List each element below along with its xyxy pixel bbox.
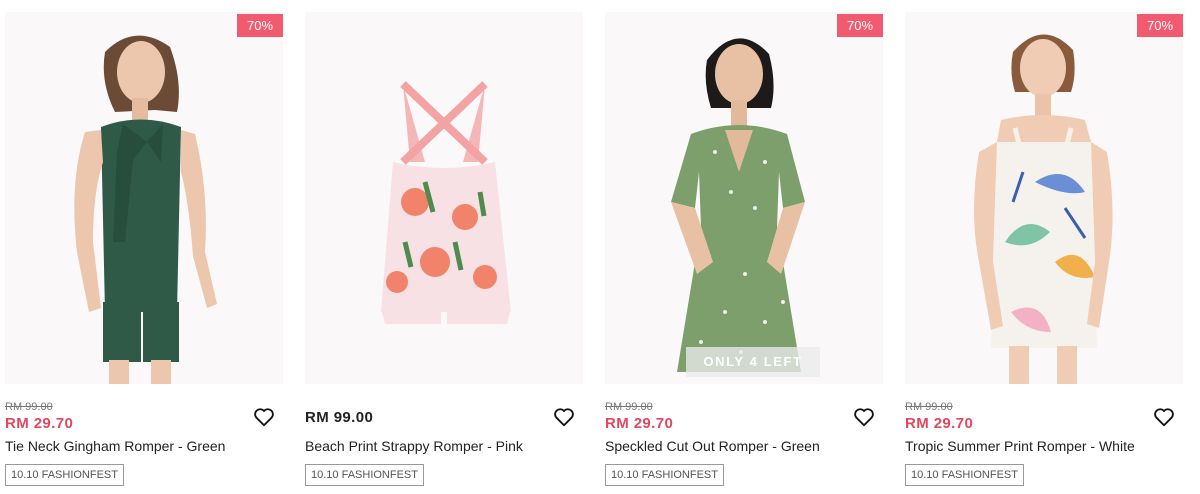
product-image-link[interactable]: [305, 12, 583, 384]
product-name-link[interactable]: Tie Neck Gingham Romper - Green: [5, 437, 283, 455]
promo-tag[interactable]: 10.10 FASHIONFEST: [305, 464, 424, 486]
wishlist-heart-icon[interactable]: [853, 406, 875, 428]
wishlist-heart-icon[interactable]: [553, 406, 575, 428]
promo-tag[interactable]: 10.10 FASHIONFEST: [5, 464, 124, 486]
sale-price: RM 29.70: [905, 415, 974, 432]
sale-price: RM 29.70: [5, 415, 74, 432]
product-photo: [974, 34, 1113, 384]
discount-badge: 70%: [237, 14, 283, 37]
product-image-link[interactable]: 70%: [5, 12, 283, 384]
product-card: RM 99.00 Beach Print Strappy Romper - Pi…: [305, 12, 583, 490]
product-name-link[interactable]: Speckled Cut Out Romper - Green: [605, 437, 883, 455]
original-price: RM 99.00: [605, 401, 653, 413]
price: RM 99.00: [305, 409, 374, 426]
product-photo: [381, 81, 511, 324]
product-grid: 70% RM 99.00 RM 29.70 Tie Neck Gingham R…: [0, 0, 1200, 494]
price-row: RM 99.00 RM 29.70: [605, 384, 883, 436]
product-card: 70% RM 99.00 RM 29.70 Tropic Summer Prin…: [905, 12, 1183, 490]
product-image-link[interactable]: 70%: [905, 12, 1183, 384]
price-row: RM 99.00 RM 29.70: [5, 384, 283, 436]
promo-tag[interactable]: 10.10 FASHIONFEST: [605, 464, 724, 486]
product-photo: [671, 38, 805, 372]
product-name-link[interactable]: Tropic Summer Print Romper - White: [905, 437, 1183, 455]
sale-price: RM 29.70: [605, 415, 674, 432]
product-card: 70% ONLY 4 LEFT RM 99.00 RM 29.70 Speckl…: [605, 12, 883, 490]
product-photo: [74, 35, 217, 384]
price-row: RM 99.00: [305, 384, 583, 436]
original-price: RM 99.00: [905, 401, 953, 413]
product-card: 70% RM 99.00 RM 29.70 Tie Neck Gingham R…: [5, 12, 283, 490]
original-price: RM 99.00: [5, 401, 53, 413]
product-image-link[interactable]: 70% ONLY 4 LEFT: [605, 12, 883, 384]
product-name-link[interactable]: Beach Print Strappy Romper - Pink: [305, 437, 583, 455]
discount-badge: 70%: [837, 14, 883, 37]
wishlist-heart-icon[interactable]: [253, 406, 275, 428]
wishlist-heart-icon[interactable]: [1153, 406, 1175, 428]
price-row: RM 99.00 RM 29.70: [905, 384, 1183, 436]
discount-badge: 70%: [1137, 14, 1183, 37]
stock-indicator: ONLY 4 LEFT: [686, 347, 820, 377]
promo-tag[interactable]: 10.10 FASHIONFEST: [905, 464, 1024, 486]
